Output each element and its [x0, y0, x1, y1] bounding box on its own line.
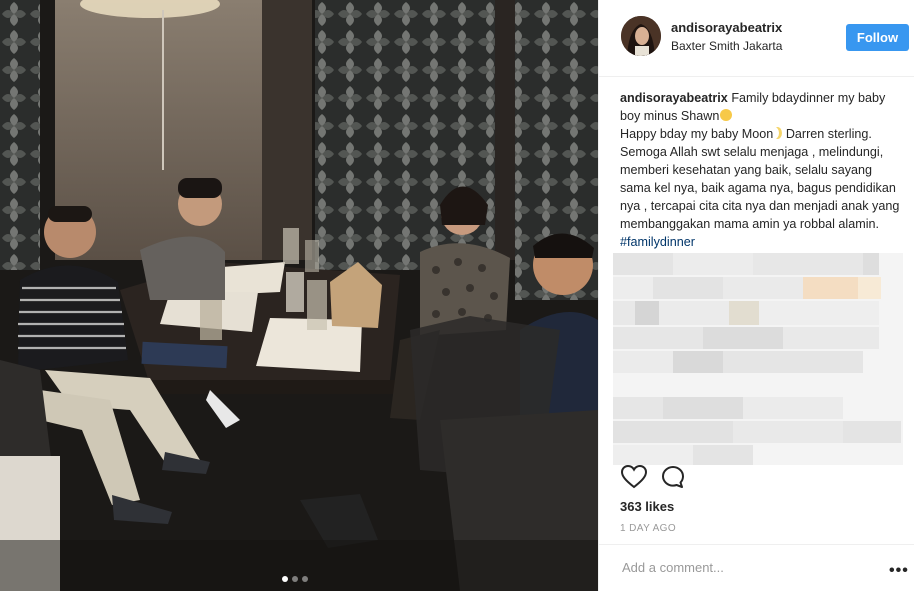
caption-username[interactable]: andisorayabeatrix: [620, 91, 728, 105]
post-side-panel: andisorayabeatrix Baxter Smith Jakarta F…: [598, 0, 914, 591]
photo-scene: [0, 0, 598, 591]
avatar-image: [621, 16, 661, 56]
post-header: andisorayabeatrix Baxter Smith Jakarta F…: [599, 0, 914, 77]
post-caption: andisorayabeatrix Family bdaydinner my b…: [620, 89, 900, 251]
carousel-dot-active[interactable]: [282, 576, 288, 582]
post-actions: [620, 464, 685, 491]
comment-bubble-icon[interactable]: [661, 465, 685, 491]
post-username[interactable]: andisorayabeatrix: [671, 20, 782, 35]
heart-icon[interactable]: [620, 464, 648, 491]
follow-button[interactable]: Follow: [846, 24, 909, 51]
blurred-comments: [613, 253, 903, 465]
comment-input[interactable]: [620, 559, 864, 576]
caption-text-line2b: Darren sterling. Semoga Allah swt selalu…: [620, 127, 900, 231]
post-photo[interactable]: [0, 0, 598, 591]
post-timestamp[interactable]: 1 DAY AGO: [620, 523, 676, 534]
pixelated-comments-image: [613, 253, 903, 465]
carousel-indicator: [282, 576, 308, 582]
caption-text-line2a: Happy bday my baby Moon: [620, 127, 774, 141]
avatar[interactable]: [621, 16, 661, 56]
post-location[interactable]: Baxter Smith Jakarta: [671, 39, 782, 53]
more-options-button[interactable]: •••: [889, 562, 909, 580]
carousel-dot[interactable]: [292, 576, 298, 582]
crescent-moon-emoji-icon: [773, 127, 782, 139]
sad-face-emoji-icon: [720, 109, 733, 121]
carousel-dot[interactable]: [302, 576, 308, 582]
likes-count[interactable]: 363 likes: [620, 499, 674, 514]
comment-bar: •••: [599, 544, 914, 592]
hashtag-link[interactable]: #familydinner: [620, 235, 695, 249]
